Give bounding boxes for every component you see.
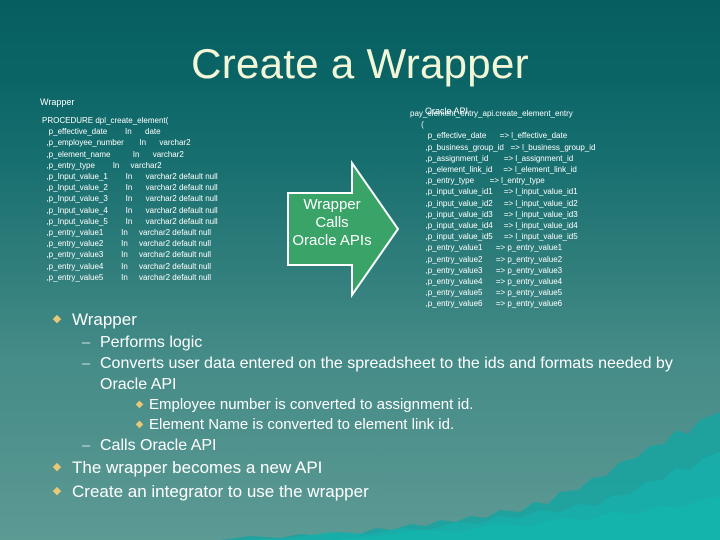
dash-bullet-icon: – bbox=[81, 334, 91, 351]
diamond-bullet-icon: ◆ bbox=[135, 419, 144, 430]
bullet-item-level3: ◆ Element Name is converted to element li… bbox=[42, 415, 702, 435]
wrapper-caption: Wrapper bbox=[40, 97, 75, 107]
dash-bullet-icon: – bbox=[81, 437, 91, 454]
bullet-text: The wrapper becomes a new API bbox=[72, 458, 323, 477]
bullet-text: Create an integrator to use the wrapper bbox=[72, 482, 369, 501]
bullet-item-level3: ◆ Employee number is converted to assignm… bbox=[42, 395, 702, 415]
diamond-bullet-icon: ◆ bbox=[135, 399, 144, 410]
arrow-label-line2: Calls bbox=[315, 214, 349, 231]
page-title: Create a Wrapper bbox=[191, 40, 529, 87]
diamond-bullet-icon: ◆ bbox=[52, 485, 62, 497]
bullet-list: ◆ Wrapper – Performs logic – Converts user da… bbox=[42, 308, 702, 504]
bullet-item-level1: ◆ The wrapper becomes a new API bbox=[42, 456, 702, 479]
bullet-text: Converts user data entered on the spread… bbox=[100, 355, 673, 393]
bullet-text: Performs logic bbox=[100, 334, 203, 351]
wrapper-calls-arrow: Wrapper Calls Oracle APIs bbox=[286, 160, 400, 298]
bullet-item-level2: – Converts user data entered on the sprea… bbox=[42, 353, 702, 395]
arrow-label-line3: Oracle APIs bbox=[292, 232, 372, 249]
arrow-label-line1: Wrapper bbox=[303, 196, 361, 213]
bullet-item-level2: – Calls Oracle API bbox=[42, 435, 702, 456]
slide-canvas: Create a Wrapper Wrapper PROCEDURE dpl_c… bbox=[0, 0, 720, 540]
wrapper-procedure-code: PROCEDURE dpl_create_element( p_effectiv… bbox=[42, 116, 218, 282]
bullet-text: Wrapper bbox=[72, 310, 137, 329]
dash-bullet-icon: – bbox=[81, 355, 91, 372]
diamond-bullet-icon: ◆ bbox=[52, 313, 62, 325]
bullet-text: Element Name is converted to element lin… bbox=[149, 416, 455, 433]
bullet-item-level2: – Performs logic bbox=[42, 332, 702, 353]
bullet-item-level1: ◆ Create an integrator to use the wrapper bbox=[42, 480, 702, 503]
oracle-api-call-code: pay_element_entry_api.create_element_ent… bbox=[410, 109, 596, 309]
diamond-bullet-icon: ◆ bbox=[52, 461, 62, 473]
bullet-text: Calls Oracle API bbox=[100, 437, 217, 454]
bullet-text: Employee number is converted to assignme… bbox=[149, 396, 474, 413]
bullet-item-level1: ◆ Wrapper bbox=[42, 308, 702, 331]
arrow-label: Wrapper Calls Oracle APIs bbox=[286, 196, 378, 250]
